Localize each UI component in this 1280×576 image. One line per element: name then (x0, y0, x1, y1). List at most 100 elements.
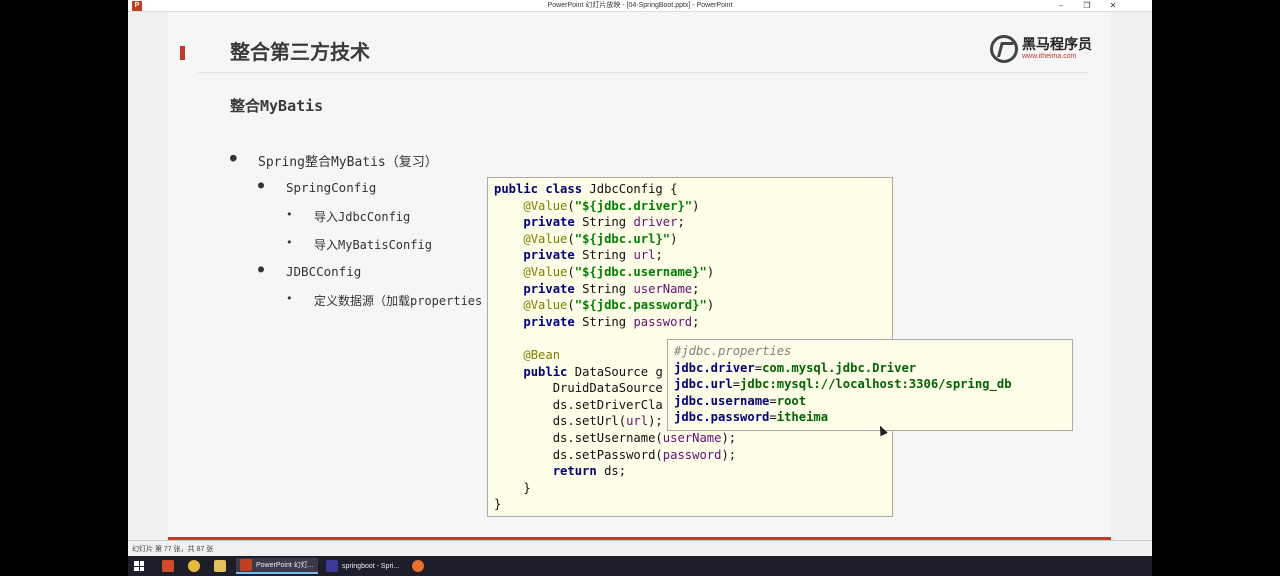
code-text: ); (648, 414, 663, 429)
slide-subtitle: 整合MyBatis (230, 97, 324, 115)
properties-line: jdbc.driver=com.mysql.jdbc.Driver (674, 360, 917, 375)
code-keyword: return (552, 464, 597, 479)
taskbar-powerpoint[interactable]: PowerPoint 幻灯... (236, 558, 318, 574)
chrome-icon (188, 560, 200, 572)
property-value: root (776, 393, 807, 408)
code-text: ds.setPassword( (552, 447, 663, 462)
slide-counter: 幻灯片 第 77 张，共 87 张 (132, 546, 214, 553)
property-key: jdbc.password (674, 410, 770, 425)
bullet-text: 定义数据源（加载properties (314, 294, 483, 308)
code-line: public class JdbcConfig { (494, 181, 892, 198)
code-line: ds.setUsername(userName); (494, 430, 892, 447)
code-line: private String url; (523, 248, 663, 263)
code-string: "${jdbc.url}" (574, 231, 671, 246)
code-line: return ds; (494, 463, 892, 480)
slide-title: 整合第三方技术 (230, 40, 370, 64)
code-line: } (494, 480, 892, 497)
property-value: itheima (776, 410, 829, 425)
code-field: password (662, 447, 722, 462)
bullet-text: SpringConfig (286, 180, 377, 195)
code-annotation: @Value (523, 264, 568, 279)
bullet-text: JDBCConfig (286, 264, 362, 279)
taskbar-idea-label: springboot - Spri... (342, 562, 400, 570)
code-text: ds.setDriverCla (552, 397, 663, 412)
logo-name: 黑马程序员 (1022, 37, 1092, 53)
powerpoint-icon (240, 559, 252, 571)
app-icon (412, 560, 424, 572)
window-title: PowerPoint 幻灯片放映 - [04-SpringBoot.pptx] … (547, 2, 733, 9)
code-keyword: private (523, 281, 575, 296)
code-annotation: @Value (523, 298, 568, 313)
taskbar-powerpoint-label: PowerPoint 幻灯... (256, 562, 314, 569)
code-text: ds.setUsername( (552, 430, 663, 445)
code-field: url (633, 248, 656, 263)
code-line: @Value("${jdbc.password}") (523, 298, 715, 313)
code-string: "${jdbc.username}" (574, 264, 707, 279)
header-divider (198, 72, 1088, 73)
itheima-logo: 黑马程序员 www.itheima.com (990, 32, 1100, 68)
taskbar-app-2[interactable] (412, 558, 424, 574)
folder-icon (214, 560, 226, 572)
code-text: } (523, 480, 531, 495)
code-line: private String driver; (523, 215, 685, 230)
bullet-import-jdbcconfig: 导入JdbcConfig (286, 208, 410, 225)
property-key: jdbc.username (674, 393, 770, 408)
code-line: @Value("${jdbc.driver}") (523, 198, 700, 213)
code-text: JdbcConfig { (582, 182, 678, 196)
taskbar: PowerPoint 幻灯... springboot - Spri... (128, 556, 1152, 576)
taskbar-explorer[interactable] (214, 558, 226, 574)
properties-line: jdbc.password=itheima (674, 410, 829, 425)
property-value: jdbc:mysql://localhost:3306/spring_db (740, 377, 1012, 392)
property-key: jdbc.url (674, 377, 733, 392)
logo-url: www.itheima.com (1022, 53, 1077, 60)
properties-line: jdbc.username=root (674, 393, 807, 408)
code-field: userName (633, 281, 693, 296)
code-text: String (574, 281, 634, 296)
title-bar: P PowerPoint 幻灯片放映 - [04-SpringBoot.pptx… (128, 0, 1152, 12)
bullet-spring-mybatis: Spring整合MyBatis（复习） (230, 151, 438, 170)
title-accent-bar (180, 46, 185, 60)
property-key: jdbc.driver (674, 360, 755, 375)
code-text: ds.setUrl( (552, 414, 627, 429)
code-line: } (494, 496, 892, 513)
code-field: userName (662, 430, 722, 445)
bullet-text: 导入MyBatisConfig (314, 238, 432, 252)
code-keyword: public (523, 364, 568, 379)
property-value: com.mysql.jdbc.Driver (762, 360, 917, 375)
restore-icon[interactable]: ❐ (1074, 0, 1100, 12)
bullet-text: 导入JdbcConfig (314, 210, 411, 224)
bullet-define-datasource: 定义数据源（加载properties (286, 292, 482, 309)
code-line: @Value("${jdbc.url}") (523, 231, 678, 246)
bullet-springconfig: SpringConfig (258, 180, 376, 195)
code-text: String (574, 314, 634, 329)
taskbar-idea[interactable]: springboot - Spri... (322, 558, 404, 574)
code-keyword: private (523, 215, 575, 230)
code-line: private String password; (523, 314, 700, 329)
minimize-icon[interactable]: – (1048, 0, 1074, 12)
status-bar: 幻灯片 第 77 张，共 87 张 (128, 540, 1152, 556)
code-annotation: @Value (523, 231, 568, 246)
taskbar-app-1[interactable] (162, 558, 174, 574)
windows-start-icon[interactable] (134, 561, 144, 571)
code-text: ); (721, 430, 737, 445)
code-text: DruidDataSource (552, 381, 663, 396)
code-string: "${jdbc.password}" (574, 298, 707, 313)
code-line: ds.setPassword(password); (494, 447, 892, 464)
code-text: ); (721, 447, 737, 462)
code-keyword: private (523, 248, 575, 263)
code-text: String (574, 248, 634, 263)
code-annotation: @Bean (523, 347, 561, 362)
code-text: DataSource g (567, 364, 663, 379)
code-line: @Value("${jdbc.username}") (523, 264, 715, 279)
bullet-text: Spring整合MyBatis（复习） (258, 155, 438, 170)
code-line: private String userName; (523, 281, 700, 296)
close-icon[interactable]: ✕ (1100, 0, 1126, 12)
code-text: ds; (596, 464, 627, 479)
bullet-import-mybatisconfig: 导入MyBatisConfig (286, 236, 432, 253)
jdbc-properties-code-block: #jdbc.properties jdbc.driver=com.mysql.j… (667, 339, 1073, 431)
code-field: password (633, 314, 693, 329)
code-text: } (494, 497, 502, 512)
taskbar-chrome[interactable] (188, 558, 200, 574)
code-text: String (574, 215, 634, 230)
bullet-jdbcconfig: JDBCConfig (258, 264, 361, 279)
